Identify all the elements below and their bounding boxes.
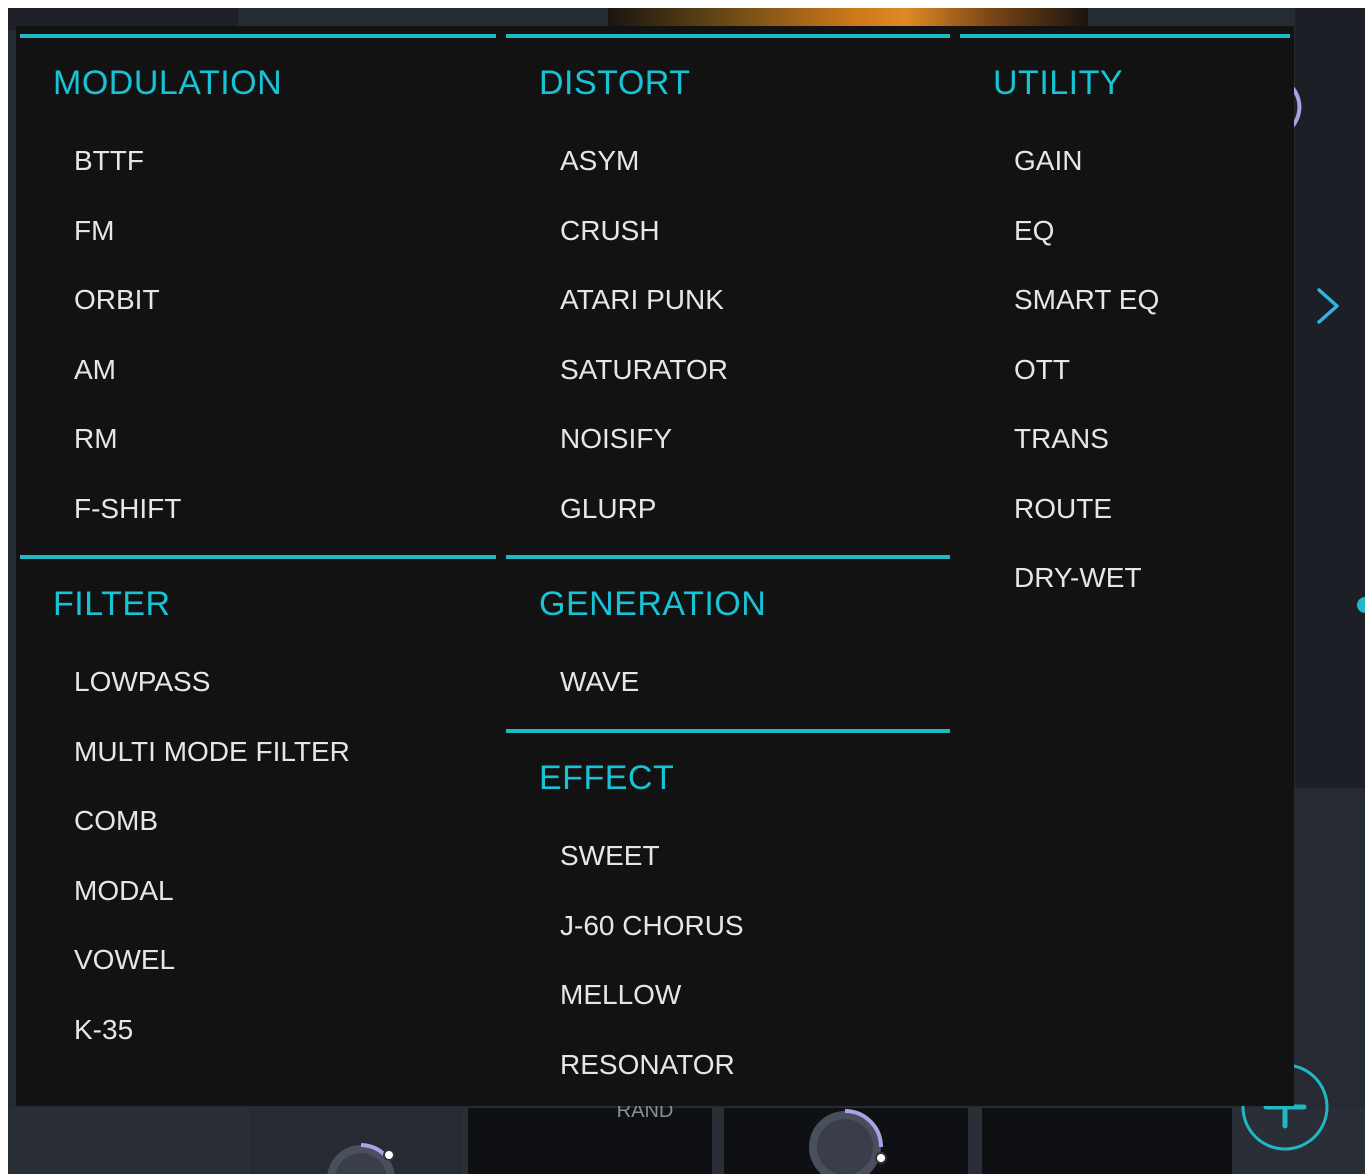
item-list: SWEET J-60 CHORUS MELLOW RESONATOR	[560, 839, 744, 1117]
section-divider	[20, 34, 496, 38]
category-title: GENERATION	[539, 585, 767, 623]
knob-icon[interactable]	[316, 1134, 406, 1174]
item-list: LOWPASS MULTI MODE FILTER COMB MODAL VOW…	[74, 665, 350, 1082]
menu-item-fm[interactable]: FM	[74, 214, 181, 284]
menu-item-vowel[interactable]: VOWEL	[74, 943, 350, 1013]
category-utility: UTILITY GAIN EQ SMART EQ OTT TRANS ROUTE…	[960, 34, 1290, 634]
menu-item-mellow[interactable]: MELLOW	[560, 978, 744, 1048]
indicator-dot	[1357, 597, 1365, 613]
category-generation: GENERATION WAVE	[506, 555, 950, 725]
item-list: ASYM CRUSH ATARI PUNK SATURATOR NOISIFY …	[560, 144, 728, 561]
menu-item-asym[interactable]: ASYM	[560, 144, 728, 214]
menu-item-ott[interactable]: OTT	[1014, 353, 1159, 423]
menu-item-route[interactable]: ROUTE	[1014, 492, 1159, 562]
menu-item-eq[interactable]: EQ	[1014, 214, 1159, 284]
menu-item-lowpass[interactable]: LOWPASS	[74, 665, 350, 735]
menu-item-smart-eq[interactable]: SMART EQ	[1014, 283, 1159, 353]
category-title: UTILITY	[993, 64, 1124, 102]
menu-item-sweet[interactable]: SWEET	[560, 839, 744, 909]
bottom-cell	[982, 1108, 1232, 1174]
item-list: GAIN EQ SMART EQ OTT TRANS ROUTE DRY-WET	[1014, 144, 1159, 631]
menu-item-wave[interactable]: WAVE	[560, 665, 639, 735]
category-title: MODULATION	[53, 64, 283, 102]
menu-item-saturator[interactable]: SATURATOR	[560, 353, 728, 423]
section-divider	[506, 34, 950, 38]
effect-menu: MODULATION BTTF FM ORBIT AM RM F-SHIFT D…	[16, 26, 1294, 1106]
category-distort: DISTORT ASYM CRUSH ATARI PUNK SATURATOR …	[506, 34, 950, 554]
menu-item-am[interactable]: AM	[74, 353, 181, 423]
menu-item-modal[interactable]: MODAL	[74, 874, 350, 944]
menu-item-crush[interactable]: CRUSH	[560, 214, 728, 284]
item-list: BTTF FM ORBIT AM RM F-SHIFT	[74, 144, 181, 561]
category-filter: FILTER LOWPASS MULTI MODE FILTER COMB MO…	[20, 555, 496, 1095]
menu-item-orbit[interactable]: ORBIT	[74, 283, 181, 353]
menu-item-j-60-chorus[interactable]: J-60 CHORUS	[560, 909, 744, 979]
menu-item-resonator[interactable]: RESONATOR	[560, 1048, 744, 1118]
item-list: WAVE	[560, 665, 639, 735]
knob-icon[interactable]	[800, 1102, 900, 1174]
menu-item-rm[interactable]: RM	[74, 422, 181, 492]
menu-item-multi-mode-filter[interactable]: MULTI MODE FILTER	[74, 735, 350, 805]
category-effect: EFFECT SWEET J-60 CHORUS MELLOW RESONATO…	[506, 729, 950, 1099]
section-divider	[20, 555, 496, 559]
menu-item-k-35[interactable]: K-35	[74, 1013, 350, 1083]
menu-item-comb[interactable]: COMB	[74, 804, 350, 874]
section-divider	[506, 555, 950, 559]
right-side-panel	[1295, 8, 1365, 788]
category-modulation: MODULATION BTTF FM ORBIT AM RM F-SHIFT	[20, 34, 496, 554]
menu-item-trans[interactable]: TRANS	[1014, 422, 1159, 492]
menu-item-glurp[interactable]: GLURP	[560, 492, 728, 562]
menu-item-gain[interactable]: GAIN	[1014, 144, 1159, 214]
section-divider	[960, 34, 1290, 38]
menu-item-dry-wet[interactable]: DRY-WET	[1014, 561, 1159, 631]
section-divider	[506, 729, 950, 733]
chevron-right-icon[interactable]	[1305, 280, 1345, 332]
category-title: EFFECT	[539, 759, 675, 797]
menu-item-atari-punk[interactable]: ATARI PUNK	[560, 283, 728, 353]
category-title: DISTORT	[539, 64, 691, 102]
menu-item-noisify[interactable]: NOISIFY	[560, 422, 728, 492]
menu-item-bttf[interactable]: BTTF	[74, 144, 181, 214]
category-title: FILTER	[53, 585, 171, 623]
bottom-cell	[8, 1108, 236, 1174]
menu-item-f-shift[interactable]: F-SHIFT	[74, 492, 181, 562]
